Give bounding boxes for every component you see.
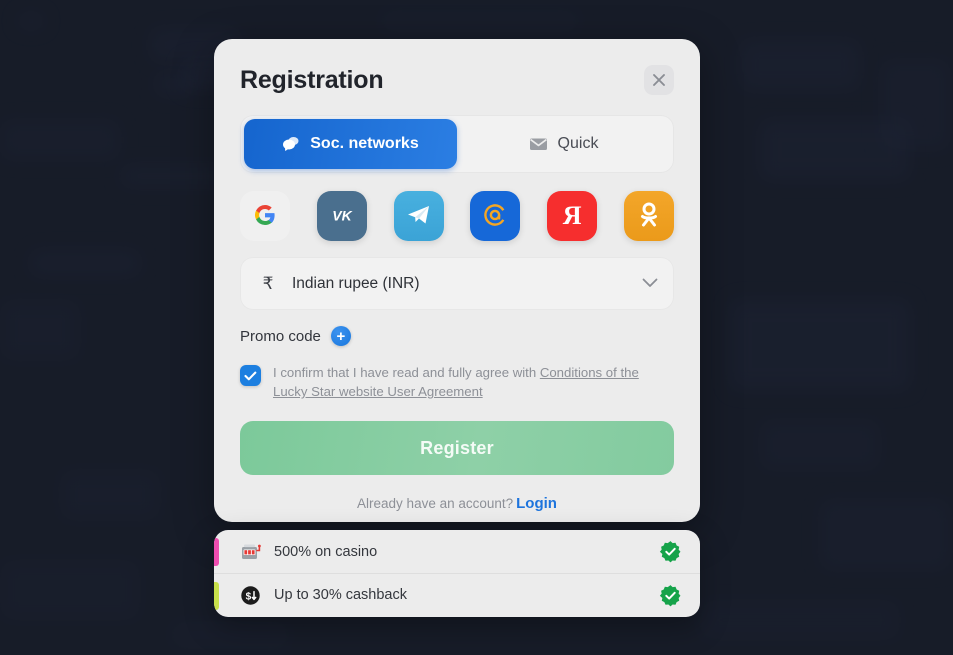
tab-soc-networks[interactable]: Soc. networks xyxy=(244,119,457,169)
envelope-icon xyxy=(529,137,548,151)
agreement-text: I confirm that I have read and fully agr… xyxy=(273,363,674,401)
plus-icon[interactable]: + xyxy=(330,326,351,346)
slot-machine-icon xyxy=(238,540,262,564)
social-login-vk[interactable]: VK xyxy=(316,191,367,241)
bonus-label: Up to 30% cashback xyxy=(274,587,407,603)
social-login-mailru[interactable] xyxy=(470,191,521,241)
chevron-down-icon xyxy=(642,275,658,293)
rupee-symbol-icon: ₹ xyxy=(262,273,274,294)
login-prompt: Already have an account? xyxy=(357,496,514,512)
social-login-odnoklassniki[interactable] xyxy=(623,191,674,241)
currency-select[interactable]: ₹ Indian rupee (INR) xyxy=(240,257,674,310)
currency-select-value: Indian rupee (INR) xyxy=(292,274,420,292)
agreement-checkbox[interactable] xyxy=(240,365,261,386)
verified-check-icon xyxy=(659,584,682,607)
tab-soc-networks-label: Soc. networks xyxy=(310,135,419,152)
registration-modal: Registration Soc. networks Quick VK Я ₹ … xyxy=(214,39,700,522)
vk-icon: VK xyxy=(328,206,356,227)
chat-bubbles-icon xyxy=(282,136,300,152)
page-title: Registration xyxy=(240,65,384,94)
close-button[interactable] xyxy=(644,65,674,95)
tab-quick[interactable]: Quick xyxy=(457,119,670,169)
login-link[interactable]: Login xyxy=(516,495,557,512)
social-login-telegram[interactable] xyxy=(393,191,444,241)
promo-code-label: Promo code xyxy=(240,327,321,345)
agreement-row: I confirm that I have read and fully agr… xyxy=(240,363,674,401)
google-icon xyxy=(253,203,277,230)
verified-check-icon xyxy=(659,540,682,563)
accent-bar xyxy=(214,582,219,610)
register-button[interactable]: Register xyxy=(240,421,674,476)
telegram-icon xyxy=(406,203,432,230)
login-row: Already have an account? Login xyxy=(240,495,674,512)
social-login-google[interactable] xyxy=(240,191,290,241)
svg-text:$: $ xyxy=(245,591,251,602)
accent-bar xyxy=(214,538,219,566)
svg-text:VK: VK xyxy=(332,207,352,223)
tab-quick-label: Quick xyxy=(557,135,599,152)
bonus-row-cashback[interactable]: $ Up to 30% cashback xyxy=(214,573,700,616)
registration-tabs: Soc. networks Quick xyxy=(240,115,674,173)
agreement-text-plain: I confirm that I have read and fully agr… xyxy=(273,365,540,380)
modal-header: Registration xyxy=(240,39,674,95)
mailru-at-icon xyxy=(481,201,509,232)
social-login-yandex[interactable]: Я xyxy=(547,191,598,241)
cashback-icon: $ xyxy=(238,583,262,607)
odnoklassniki-icon xyxy=(638,202,660,231)
bonus-row-casino[interactable]: 500% on casino xyxy=(214,530,700,573)
yandex-icon: Я xyxy=(562,201,582,230)
close-icon xyxy=(652,73,666,87)
bonus-panel: 500% on casino $ Up to 30% cashback xyxy=(214,530,700,617)
bonus-label: 500% on casino xyxy=(274,543,378,560)
social-login-row: VK Я xyxy=(240,191,674,241)
promo-code-toggle[interactable]: Promo code + xyxy=(240,326,351,346)
